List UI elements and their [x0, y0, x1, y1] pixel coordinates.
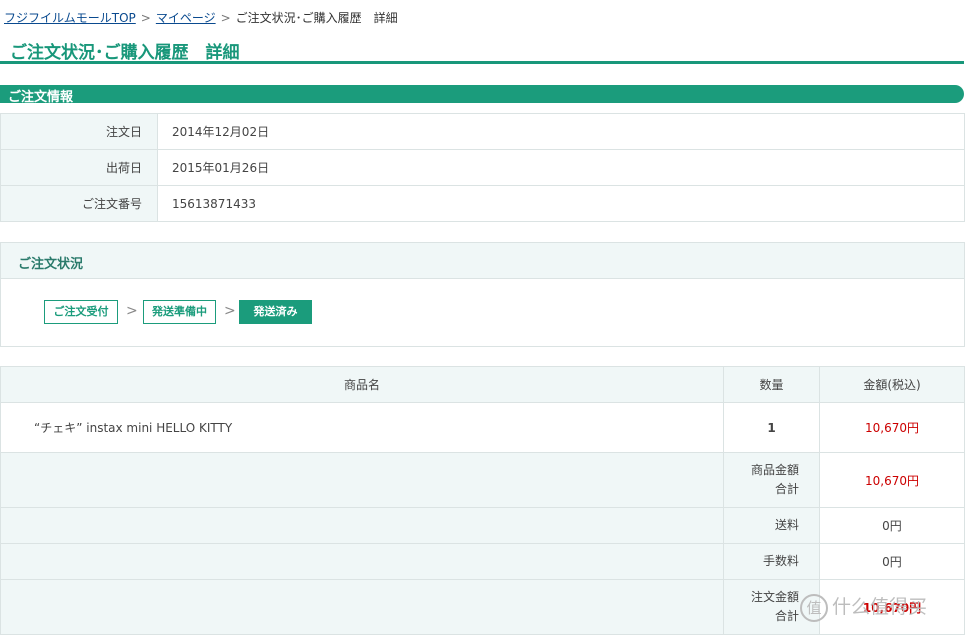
- status-step-shipped: 発送済み: [239, 300, 312, 324]
- watermark-text: 什么值得买: [832, 596, 928, 618]
- breadcrumb-current: ご注文状況･ご購入履歴 詳細: [235, 11, 398, 25]
- order-info-heading: ご注文情報: [8, 90, 74, 105]
- order-info-heading-bar: ご注文情報: [0, 85, 964, 105]
- order-date-label: 注文日: [0, 113, 158, 150]
- watermark-logo-icon: 值: [800, 593, 828, 622]
- column-header-name: 商品名: [0, 366, 724, 403]
- column-header-qty: 数量: [723, 366, 820, 403]
- order-number-label: ご注文番号: [0, 185, 158, 222]
- subtotal-row: 商品金額 合計 10,670円: [0, 452, 965, 508]
- order-date-row: 注文日 2014年12月02日: [0, 113, 965, 150]
- items-header-row: 商品名 数量 金額(税込): [0, 366, 965, 403]
- order-date-value: 2014年12月02日: [157, 113, 965, 150]
- order-status-header: ご注文状況: [1, 243, 964, 279]
- summary-blank-cell: [0, 507, 724, 544]
- subtotal-label-line1: 商品金額: [750, 463, 799, 477]
- order-info-table: 注文日 2014年12月02日 出荷日 2015年01月26日 ご注文番号 15…: [0, 113, 965, 222]
- status-step-preparing: 発送準備中: [143, 300, 216, 324]
- total-label-line2: 合計: [774, 609, 799, 623]
- fee-value: 0円: [819, 543, 965, 580]
- shipping-row: 送料 0円: [0, 507, 965, 544]
- summary-blank-cell: [0, 543, 724, 580]
- breadcrumb-home-link[interactable]: フジフイルムモールTOP: [4, 11, 136, 25]
- order-status-heading: ご注文状況: [18, 257, 84, 272]
- breadcrumb-separator: >: [140, 11, 151, 25]
- shipping-label: 送料: [723, 507, 820, 544]
- chevron-right-icon: >: [224, 303, 236, 319]
- order-number-row: ご注文番号 15613871433: [0, 185, 965, 222]
- order-number-value: 15613871433: [157, 185, 965, 222]
- shipping-value: 0円: [819, 507, 965, 544]
- summary-blank-cell: [0, 579, 724, 635]
- order-status-panel: ご注文状況 ご注文受付 > 発送準備中 > 発送済み: [0, 242, 965, 347]
- fee-row: 手数料 0円: [0, 543, 965, 580]
- item-name: “チェキ” instax mini HELLO KITTY: [0, 402, 724, 453]
- breadcrumb-mypage-link[interactable]: マイページ: [156, 11, 216, 25]
- fee-label: 手数料: [723, 543, 820, 580]
- item-qty: 1: [723, 402, 820, 453]
- breadcrumb-separator: >: [220, 11, 231, 25]
- page-title-bar: ご注文状況･ご購入履歴 詳細: [0, 30, 964, 64]
- ship-date-label: 出荷日: [0, 149, 158, 186]
- watermark: 值什么值得买: [800, 592, 960, 632]
- summary-blank-cell: [0, 452, 724, 508]
- ship-date-value: 2015年01月26日: [157, 149, 965, 186]
- ship-date-row: 出荷日 2015年01月26日: [0, 149, 965, 186]
- status-step-received: ご注文受付: [44, 300, 118, 324]
- chevron-right-icon: >: [126, 303, 138, 319]
- subtotal-label: 商品金額 合計: [723, 452, 820, 508]
- total-label-line1: 注文金額: [750, 590, 799, 604]
- table-row: “チェキ” instax mini HELLO KITTY 1 10,670円: [0, 402, 965, 453]
- page-title: ご注文状況･ご購入履歴 詳細: [10, 43, 240, 63]
- subtotal-label-line2: 合計: [774, 482, 799, 496]
- subtotal-value: 10,670円: [819, 452, 965, 508]
- column-header-price: 金額(税込): [819, 366, 965, 403]
- breadcrumb: フジフイルムモールTOP > マイページ > ご注文状況･ご購入履歴 詳細: [4, 9, 398, 26]
- item-price: 10,670円: [819, 402, 965, 453]
